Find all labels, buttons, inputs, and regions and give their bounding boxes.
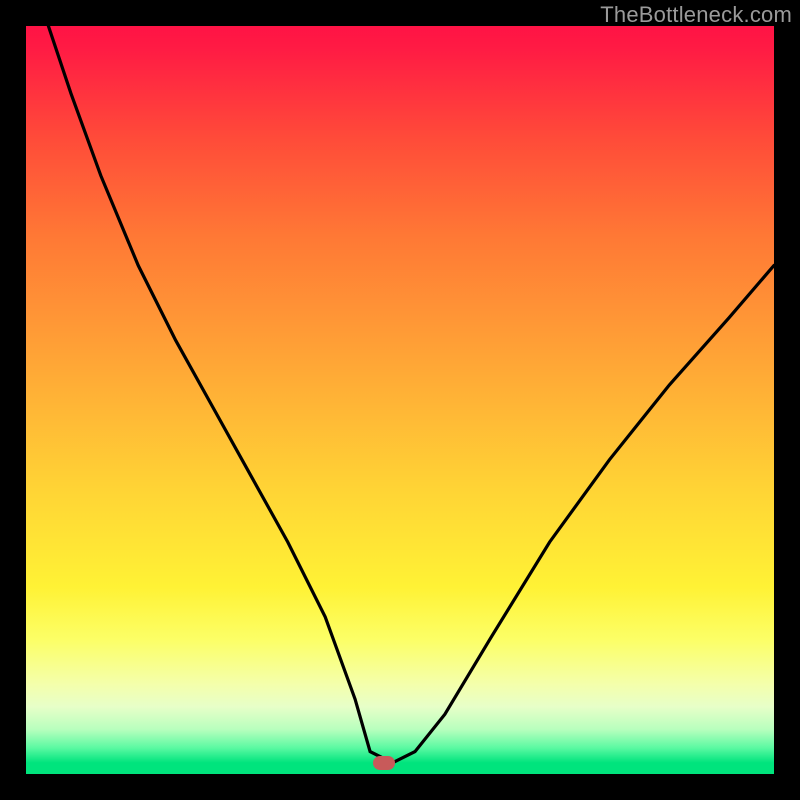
bottleneck-curve (26, 26, 774, 774)
watermark-text: TheBottleneck.com (600, 2, 792, 28)
optimal-marker (373, 756, 395, 770)
plot-area (26, 26, 774, 774)
chart-frame: TheBottleneck.com (0, 0, 800, 800)
